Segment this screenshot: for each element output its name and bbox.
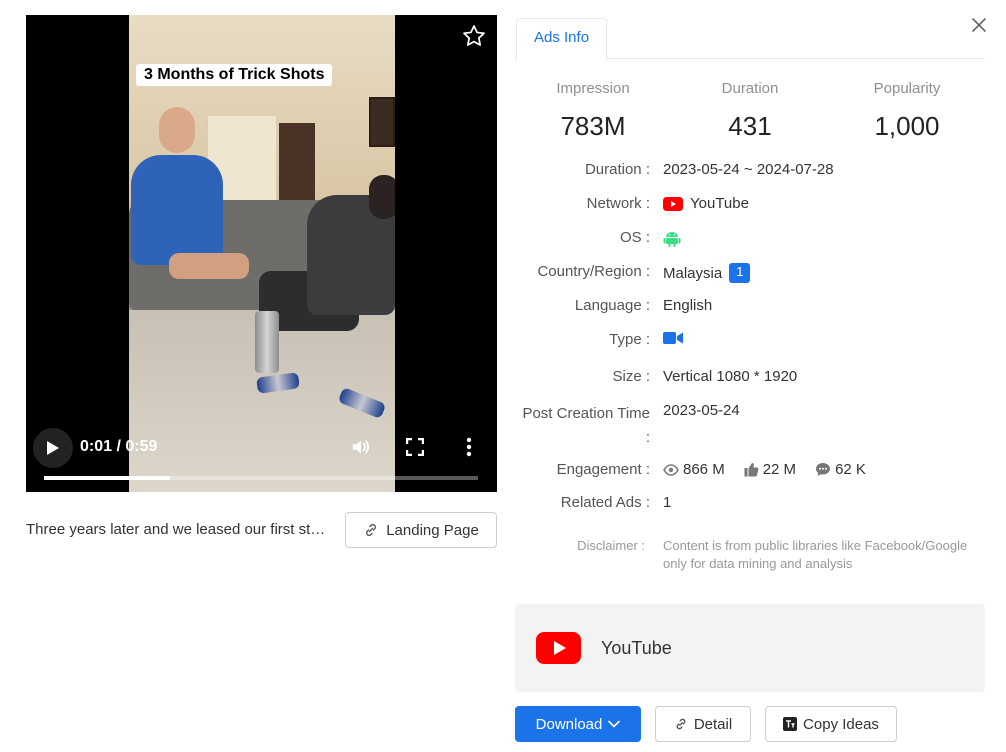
info-value: 866 M 22 M 62 K [663, 461, 878, 478]
star-icon[interactable] [461, 23, 487, 49]
network-card-name: YouTube [601, 638, 672, 658]
stat-impression: Impression 783M [518, 80, 668, 142]
ad-caption: Three years later and we leased our firs… [26, 521, 326, 538]
disclaimer-label: Disclaimer : [577, 538, 645, 553]
more-vertical-icon[interactable] [462, 436, 476, 458]
info-value [663, 331, 683, 345]
tab-bar: Ads Info [515, 14, 985, 60]
info-label: Related Ads : [560, 494, 650, 511]
info-value [663, 229, 681, 247]
info-label: OS : [619, 229, 650, 246]
country-count-badge[interactable]: 1 [729, 263, 751, 283]
detail-label: Detail [693, 715, 733, 733]
android-icon [663, 232, 681, 247]
info-label: Type : [609, 331, 650, 348]
play-icon [47, 441, 59, 455]
volume-icon[interactable] [350, 436, 372, 458]
info-value: YouTube [663, 195, 749, 212]
youtube-icon [663, 196, 683, 211]
stat-label: Impression [556, 80, 630, 97]
info-label: Post Creation Time : [515, 402, 650, 450]
comment-icon [816, 463, 831, 476]
comments-count: 62 K [835, 461, 866, 478]
youtube-logo-icon [536, 632, 581, 664]
info-label: Duration : [584, 161, 650, 178]
video-player[interactable]: 3 Months of Trick Shots 0:01 / 0:59 [26, 15, 497, 492]
info-label: Country/Region : [537, 263, 650, 280]
engagement-views: 866 M [663, 461, 725, 478]
video-title-overlay: 3 Months of Trick Shots [136, 64, 333, 86]
landing-page-label: Landing Page [386, 521, 479, 539]
detail-button[interactable]: Detail [655, 706, 751, 742]
info-value: 2023-05-24 [663, 402, 740, 419]
stat-value: 1,000 [874, 111, 940, 141]
network-card: YouTube [515, 604, 985, 692]
video-camera-icon [663, 332, 683, 344]
eye-icon [663, 463, 679, 476]
stat-label: Duration [721, 80, 779, 97]
landing-page-button[interactable]: Landing Page [345, 512, 497, 548]
views-count: 866 M [683, 461, 725, 478]
video-progress-bar[interactable] [44, 476, 478, 480]
fullscreen-icon[interactable] [406, 438, 424, 456]
info-value: English [663, 297, 713, 314]
thumbs-up-icon [744, 463, 759, 477]
engagement-likes: 22 M [744, 461, 796, 478]
download-label: Download [535, 715, 603, 733]
engagement-comments: 62 K [815, 461, 866, 478]
info-value[interactable]: 1 [663, 494, 671, 511]
network-name: YouTube [690, 195, 749, 212]
link-icon [366, 524, 377, 536]
info-value: Malaysia 1 [663, 263, 751, 283]
stat-duration: Duration 431 [675, 80, 825, 142]
tab-ads-info[interactable]: Ads Info [516, 18, 608, 60]
disclaimer-text: Content is from public libraries like Fa… [663, 538, 968, 571]
info-label-line2: : [645, 429, 650, 446]
play-button[interactable] [33, 428, 73, 468]
video-progress-fill [44, 476, 170, 480]
stat-value: 783M [560, 111, 626, 141]
copy-ideas-button[interactable]: Copy Ideas [765, 706, 897, 742]
chevron-down-icon [608, 720, 621, 728]
stat-value: 431 [728, 111, 772, 141]
info-value: 2023-05-24 ~ 2024-07-28 [663, 161, 834, 178]
info-label: Engagement : [556, 461, 650, 478]
likes-count: 22 M [762, 461, 797, 478]
link-icon [676, 718, 686, 730]
info-label: Size : [612, 368, 650, 385]
copy-ideas-label: Copy Ideas [803, 715, 879, 733]
download-button[interactable]: Download [515, 706, 641, 742]
info-value: Vertical 1080 * 1920 [663, 368, 798, 385]
text-format-icon [783, 717, 798, 731]
video-controls: 0:01 / 0:59 [26, 412, 497, 492]
info-label: Network : [586, 195, 650, 212]
info-label-line1: Post Creation Time [522, 405, 650, 422]
country-name: Malaysia [663, 264, 723, 282]
video-time: 0:01 / 0:59 [80, 438, 158, 455]
stat-label: Popularity [873, 80, 941, 97]
stat-popularity: Popularity 1,000 [832, 80, 982, 142]
info-label: Language : [574, 297, 650, 314]
